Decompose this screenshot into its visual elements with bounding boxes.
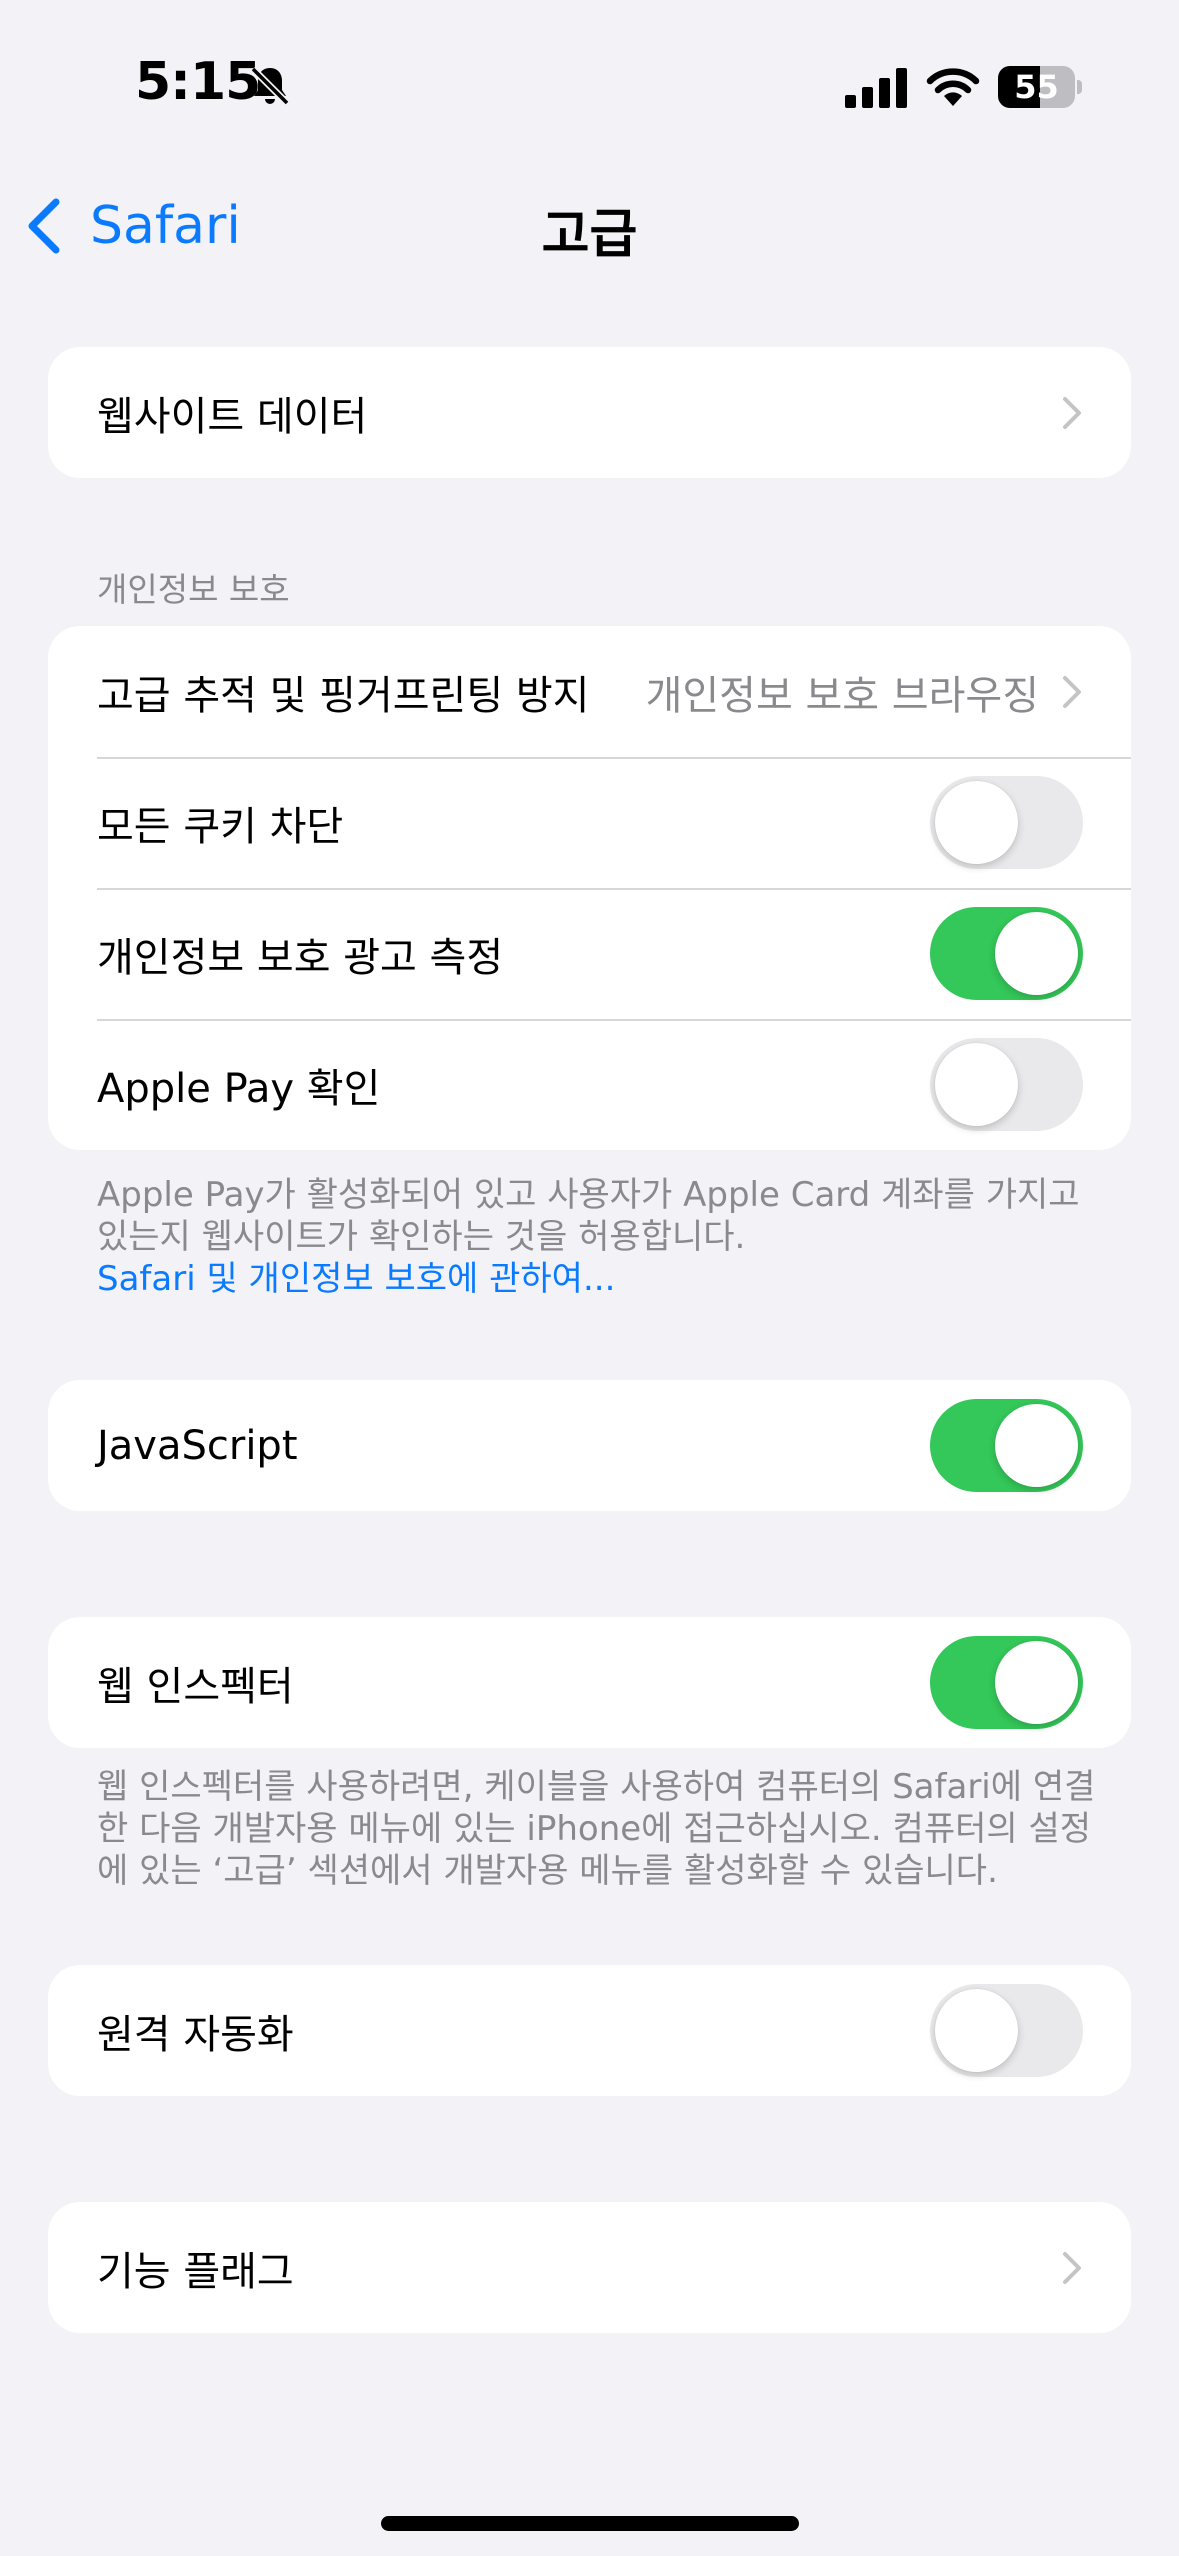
chevron-right-icon <box>1063 675 1081 708</box>
remote-automation-group: 원격 자동화 <box>48 1965 1131 2096</box>
wifi-icon <box>926 68 980 106</box>
tracking-protection-row[interactable]: 고급 추적 및 핑거프린팅 방지 개인정보 보호 브라우징 <box>48 626 1131 757</box>
block-cookies-row: 모든 쿠키 차단 <box>48 757 1131 888</box>
ad-measurement-row: 개인정보 보호 광고 측정 <box>48 888 1131 1019</box>
javascript-label: JavaScript <box>97 1422 298 1469</box>
web-inspector-footer: 웹 인스펙터를 사용하려면, 케이블을 사용하여 컴퓨터의 Safari에 연결… <box>97 1767 1096 1891</box>
battery-icon: 55 <box>998 66 1082 108</box>
web-inspector-toggle[interactable] <box>930 1636 1083 1729</box>
tracking-protection-label: 고급 추적 및 핑거프린팅 방지 <box>97 672 590 719</box>
javascript-row: JavaScript <box>48 1380 1131 1511</box>
chevron-right-icon <box>1063 2251 1081 2284</box>
battery-percent: 55 <box>1014 68 1059 106</box>
remote-automation-toggle[interactable] <box>930 1984 1083 2077</box>
privacy-section-header: 개인정보 보호 <box>97 570 290 609</box>
tracking-protection-value: 개인정보 보호 브라우징 <box>645 672 1039 719</box>
privacy-footer-text: Apple Pay가 활성화되어 있고 사용자가 Apple Card 계좌를 … <box>97 1175 1080 1257</box>
page-title: 고급 <box>541 205 638 265</box>
remote-automation-label: 원격 자동화 <box>97 2011 294 2058</box>
block-cookies-label: 모든 쿠키 차단 <box>97 803 344 850</box>
website-data-label: 웹사이트 데이터 <box>97 393 368 440</box>
settings-screen: 5:15 55 Safari 고급 웹사이트 데이터 개인정보 보호 고급 추적… <box>0 0 1179 2556</box>
feature-flags-row[interactable]: 기능 플래그 <box>48 2202 1131 2333</box>
feature-flags-group: 기능 플래그 <box>48 2202 1131 2333</box>
privacy-group: 고급 추적 및 핑거프린팅 방지 개인정보 보호 브라우징 모든 쿠키 차단 개… <box>48 626 1131 1150</box>
website-data-row[interactable]: 웹사이트 데이터 <box>48 347 1131 478</box>
home-indicator[interactable] <box>381 2516 799 2531</box>
javascript-group: JavaScript <box>48 1380 1131 1511</box>
remote-automation-row: 원격 자동화 <box>48 1965 1131 2096</box>
privacy-footer: Apple Pay가 활성화되어 있고 사용자가 Apple Card 계좌를 … <box>97 1174 1107 1300</box>
apple-pay-row: Apple Pay 확인 <box>48 1019 1131 1150</box>
javascript-toggle[interactable] <box>930 1399 1083 1492</box>
website-data-group: 웹사이트 데이터 <box>48 347 1131 478</box>
web-inspector-group: 웹 인스펙터 <box>48 1617 1131 1748</box>
status-time: 5:15 <box>135 52 261 112</box>
web-inspector-label: 웹 인스펙터 <box>97 1663 294 1710</box>
chevron-right-icon <box>1063 396 1081 429</box>
ad-measurement-label: 개인정보 보호 광고 측정 <box>97 934 504 981</box>
bell-slash-icon <box>250 66 290 106</box>
apple-pay-toggle[interactable] <box>930 1038 1083 1131</box>
ad-measurement-toggle[interactable] <box>930 907 1083 1000</box>
feature-flags-label: 기능 플래그 <box>97 2248 294 2295</box>
cellular-signal-icon <box>845 68 907 108</box>
web-inspector-row: 웹 인스펙터 <box>48 1617 1131 1748</box>
privacy-info-link[interactable]: Safari 및 개인정보 보호에 관하여... <box>97 1258 1107 1300</box>
block-cookies-toggle[interactable] <box>930 776 1083 869</box>
apple-pay-label: Apple Pay 확인 <box>97 1065 381 1112</box>
